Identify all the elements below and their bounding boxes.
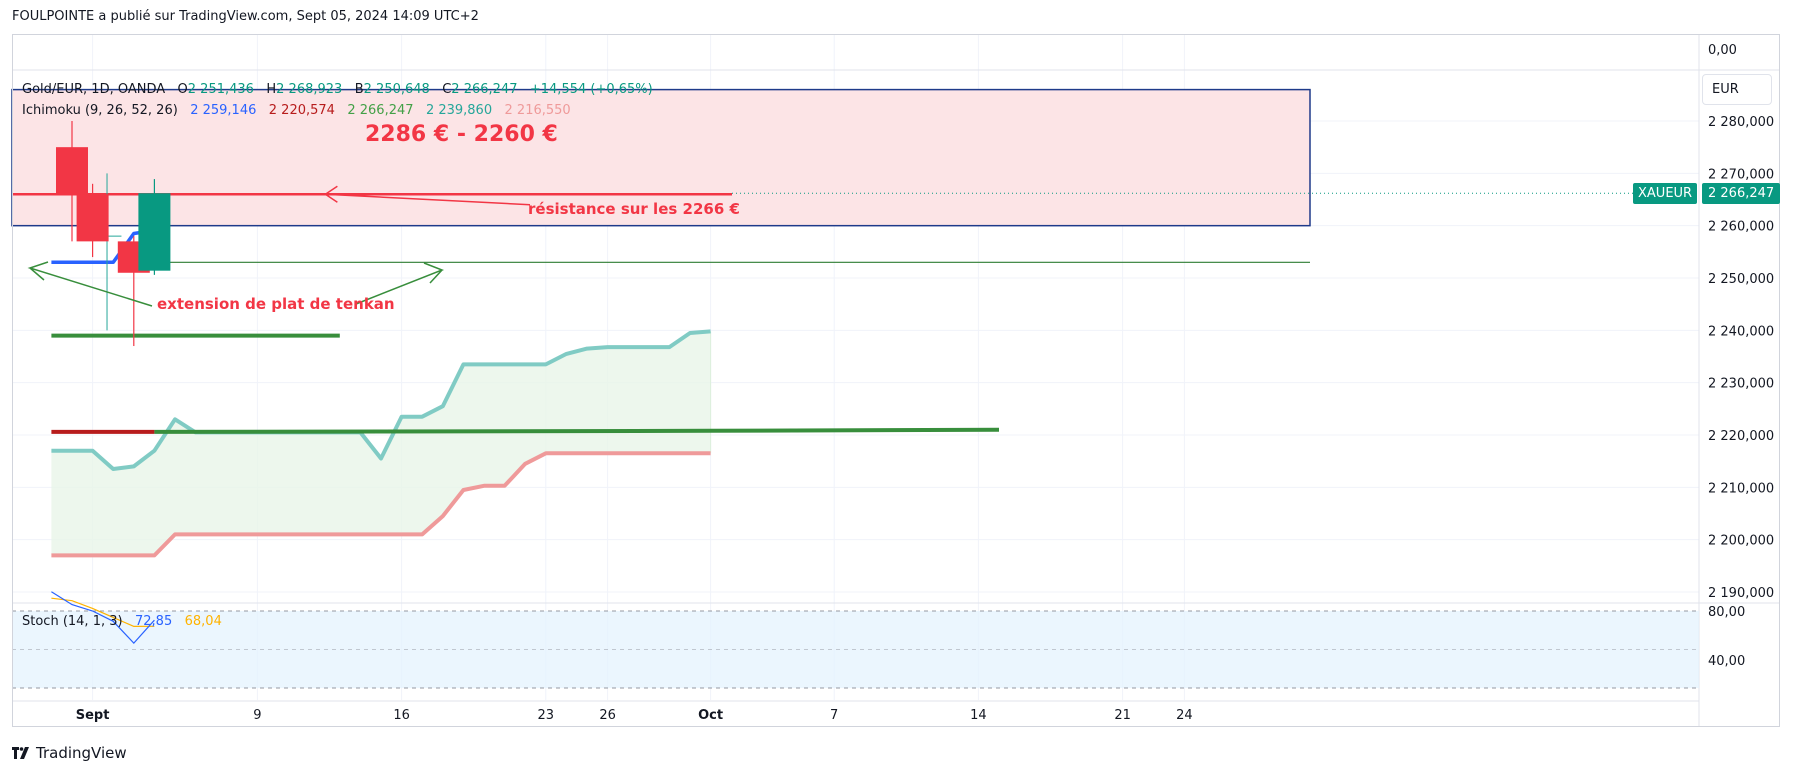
high-value: 2 268,923 xyxy=(276,82,343,97)
stoch-legend: Stoch (14, 1, 3) 72,85 68,04 xyxy=(22,614,222,629)
symbol-label[interactable]: Gold/EUR, 1D, OANDA xyxy=(22,82,165,97)
chart-frame xyxy=(12,34,1780,727)
ichimoku-span-a-value: 2 239,860 xyxy=(425,103,493,118)
symbol-price-tag: XAUEUR xyxy=(1633,183,1698,204)
last-price-tag: 2 266,247 xyxy=(1702,183,1781,204)
open-label: O xyxy=(177,82,188,97)
ichimoku-label[interactable]: Ichimoku (9, 26, 52, 26) xyxy=(22,103,178,118)
tradingview-logo[interactable]: TradingView xyxy=(12,744,127,762)
high-label: H xyxy=(266,82,277,97)
ohlc-legend: Gold/EUR, 1D, OANDA O2 251,436 H2 268,92… xyxy=(22,82,653,97)
stoch-label[interactable]: Stoch (14, 1, 3) xyxy=(22,614,123,629)
tradingview-brand: TradingView xyxy=(36,744,127,762)
ichimoku-chikou-value: 2 266,247 xyxy=(347,103,414,118)
currency-selector[interactable]: EUR xyxy=(1702,74,1772,105)
ichimoku-legend: Ichimoku (9, 26, 52, 26) 2 259,146 2 220… xyxy=(22,103,571,118)
close-value: 2 266,247 xyxy=(451,82,518,97)
ichimoku-tenkan-value: 2 259,146 xyxy=(190,103,257,118)
stoch-k-value: 72,85 xyxy=(135,614,173,629)
close-label: C xyxy=(442,82,452,97)
stoch-d-value: 68,04 xyxy=(184,614,222,629)
ichimoku-kijun-value: 2 220,574 xyxy=(268,103,335,118)
low-value: 2 250,648 xyxy=(363,82,430,97)
change-value: +14,554 (+0,65%) xyxy=(529,82,653,97)
tradingview-logo-icon xyxy=(12,747,29,759)
ichimoku-span-b-value: 2 216,550 xyxy=(504,103,571,118)
low-label: B xyxy=(354,82,364,97)
open-value: 2 251,436 xyxy=(187,82,254,97)
